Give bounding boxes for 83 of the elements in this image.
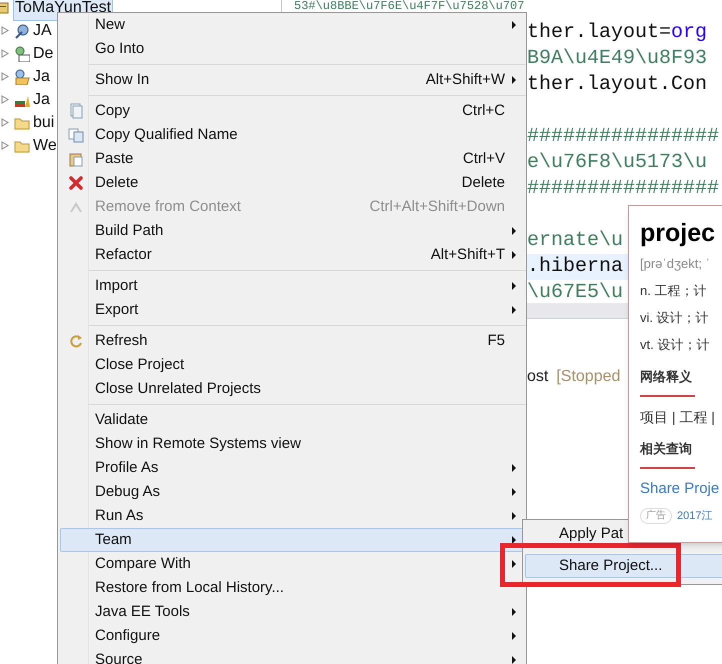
menu-item[interactable]: Profile As: [60, 456, 524, 480]
submenu-arrow-icon: [512, 632, 516, 640]
menu-item[interactable]: Source: [60, 648, 524, 664]
menu-item[interactable]: Validate: [60, 408, 524, 432]
code-text: B9A\u4E49\u8F93: [527, 46, 708, 72]
menu-item[interactable]: Delete Delete: [60, 171, 524, 195]
section-heading: 网络释义: [640, 368, 693, 386]
menu-item[interactable]: Copy Qualified Name: [60, 123, 524, 147]
code-text: e\u76F8\u5173\u: [527, 150, 708, 176]
code-text: .hiberna: [527, 254, 624, 280]
code-text: ernate\u: [527, 228, 624, 254]
menu-item[interactable]: Run As: [60, 504, 524, 528]
related-link[interactable]: Share Proje: [640, 478, 722, 500]
ad-tag: 广告: [640, 508, 672, 524]
tree-item[interactable]: De: [31, 40, 56, 66]
refresh-icon: [68, 333, 84, 349]
console-text: ost: [527, 367, 548, 387]
descriptor-icon: [14, 46, 30, 62]
menu-item[interactable]: Import: [60, 274, 524, 298]
tree-item[interactable]: We: [31, 132, 59, 158]
headword: projec: [640, 218, 716, 249]
console-status: [Stopped: [556, 367, 620, 387]
submenu-arrow-icon: [512, 21, 516, 29]
submenu-arrow-icon: [512, 512, 516, 520]
clipboard-icon: [68, 151, 84, 167]
ad-link[interactable]: 2017江: [677, 508, 712, 524]
tree-item[interactable]: Ja: [31, 86, 52, 112]
menu-item[interactable]: Build Path: [60, 219, 524, 243]
definition-text: n. 工程；计: [640, 282, 708, 300]
expand-arrow-icon: [1, 72, 9, 81]
tree-item[interactable]: JA: [31, 18, 54, 44]
tree-item[interactable]: bui: [31, 110, 56, 136]
submenu-arrow-icon: [512, 76, 516, 84]
globe-icon: [14, 22, 30, 38]
definition-text: vi. 设计；计: [640, 309, 710, 327]
code-text: 53#\u8BBE\u7F6E\u4F7F\u7528\u707: [294, 0, 524, 12]
submenu-arrow-icon: [512, 656, 516, 664]
menu-item[interactable]: Restore from Local History...: [60, 576, 524, 600]
definition-text: vt. 设计；计: [640, 336, 710, 354]
menu-item[interactable]: Configure: [60, 624, 524, 648]
menu-item[interactable]: Close Unrelated Projects: [60, 377, 524, 401]
delete-icon: [68, 175, 84, 191]
menu-item[interactable]: Show In Alt+Shift+W: [60, 68, 524, 92]
submenu-arrow-icon: [512, 560, 516, 568]
expand-arrow-icon: [1, 95, 9, 104]
menu-item[interactable]: Go Into: [60, 37, 524, 61]
menu-item[interactable]: Refresh F5: [60, 329, 524, 353]
copy-icon: [68, 127, 84, 143]
menu-item[interactable]: Paste Ctrl+V: [60, 147, 524, 171]
submenu-arrow-icon: [512, 227, 516, 235]
tree-item[interactable]: Ja: [31, 64, 52, 90]
code-text: ################: [527, 124, 720, 150]
menu-item[interactable]: Refactor Alt+Shift+T: [60, 243, 524, 267]
section-heading: 相关查询: [640, 440, 693, 458]
menu-item[interactable]: Close Project: [60, 353, 524, 377]
expand-arrow-icon: [1, 118, 9, 127]
submenu-arrow-icon: [512, 536, 516, 544]
expand-arrow-icon: [1, 26, 9, 35]
menu-item[interactable]: Team: [60, 528, 524, 552]
menu-item[interactable]: Copy Ctrl+C: [60, 99, 524, 123]
menu-item[interactable]: Export: [60, 298, 524, 322]
menu-item[interactable]: Share Project...: [525, 554, 722, 578]
submenu-arrow-icon: [512, 464, 516, 472]
menu-item[interactable]: Show in Remote Systems view: [60, 432, 524, 456]
code-text: ther.layout=: [527, 20, 672, 46]
code-text: \u67E5\u: [527, 280, 624, 303]
code-text: ther.layout.Con: [527, 72, 708, 98]
phonetic-text: [prəˈdʒekt; ˈ: [640, 255, 711, 273]
code-text: ################: [527, 176, 720, 202]
submenu-arrow-icon: [512, 306, 516, 314]
package-folder-icon: [14, 68, 30, 84]
menu-item[interactable]: Java EE Tools: [60, 600, 524, 624]
submenu-arrow-icon: [512, 608, 516, 616]
submenu-arrow-icon: [512, 282, 516, 290]
definition-text: 项目 | 工程 |: [640, 408, 716, 427]
copy-icon: [68, 103, 84, 119]
code-text: org: [671, 20, 708, 46]
expand-arrow-icon: [1, 49, 9, 58]
submenu-arrow-icon: [512, 251, 516, 259]
menu-item[interactable]: Debug As: [60, 480, 524, 504]
expand-arrow-icon: [1, 141, 9, 150]
submenu-arrow-icon: [512, 488, 516, 496]
menu-item[interactable]: Compare With: [60, 552, 524, 576]
